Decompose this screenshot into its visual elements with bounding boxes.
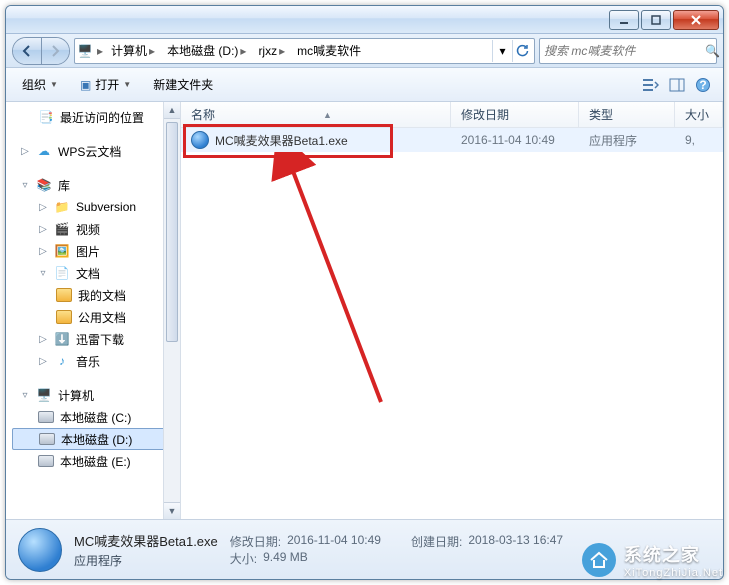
breadcrumb[interactable]: 本地磁盘 (D:)▸ xyxy=(163,40,250,62)
details-create-val: 2018-03-13 16:47 xyxy=(468,533,563,550)
search-input[interactable] xyxy=(544,44,701,58)
folder-icon xyxy=(56,288,72,302)
sidebar-item-disk-e[interactable]: 本地磁盘 (E:) xyxy=(12,450,180,472)
chevron-right-icon: ▸ xyxy=(97,44,103,58)
sidebar-item-pubdoc[interactable]: 公用文档 xyxy=(12,306,180,328)
view-options-button[interactable] xyxy=(639,73,663,97)
computer-icon: 🖥️ xyxy=(36,387,52,403)
sidebar-item-disk-c[interactable]: 本地磁盘 (C:) xyxy=(12,406,180,428)
sidebar-item-recent[interactable]: 📑最近访问的位置 xyxy=(12,106,180,128)
file-date: 2016-11-04 10:49 xyxy=(451,133,579,147)
sidebar-item-video[interactable]: ▷🎬视频 xyxy=(12,218,180,240)
body-area: 📑最近访问的位置 ▷☁WPS云文档 ▿📚库 ▷📁Subversion ▷🎬视频 … xyxy=(6,102,723,519)
maximize-button[interactable] xyxy=(641,10,671,30)
breadcrumb[interactable]: mc喊麦软件 xyxy=(293,40,365,62)
breadcrumb[interactable]: rjxz▸ xyxy=(254,40,289,62)
toolbar: 组织▼ ▣打开▼ 新建文件夹 ? xyxy=(6,68,723,102)
navigation-pane: 📑最近访问的位置 ▷☁WPS云文档 ▿📚库 ▷📁Subversion ▷🎬视频 … xyxy=(6,102,181,519)
back-button[interactable] xyxy=(13,38,41,64)
titlebar xyxy=(6,6,723,34)
minimize-button[interactable] xyxy=(609,10,639,30)
library-icon: 📚 xyxy=(36,177,52,193)
watermark-url: XiTongZhiJia.Net xyxy=(624,567,723,579)
search-box[interactable]: 🔍 xyxy=(539,38,717,64)
history-dropdown-button[interactable]: ▾ xyxy=(492,40,512,62)
details-mod-label: 修改日期: xyxy=(230,533,281,550)
column-headers: 名称▲ 修改日期 类型 大小 xyxy=(181,102,723,128)
file-type-icon xyxy=(18,528,62,572)
column-date[interactable]: 修改日期 xyxy=(451,102,579,127)
forward-button[interactable] xyxy=(41,38,70,64)
folder-icon xyxy=(56,310,72,324)
scroll-thumb[interactable] xyxy=(166,122,178,342)
watermark: 系统之家 XiTongZhiJia.Net xyxy=(582,541,723,579)
organize-button[interactable]: 组织▼ xyxy=(14,72,66,97)
address-row: 🖥️ ▸ 计算机▸ 本地磁盘 (D:)▸ rjxz▸ mc喊麦软件 ▾ 🔍 xyxy=(6,34,723,68)
sidebar-item-picture[interactable]: ▷🖼️图片 xyxy=(12,240,180,262)
watermark-text: 系统之家 xyxy=(624,545,700,565)
column-size[interactable]: 大小 xyxy=(675,102,723,127)
breadcrumb[interactable]: 计算机▸ xyxy=(107,40,159,62)
sidebar-item-subversion[interactable]: ▷📁Subversion xyxy=(12,196,180,218)
details-filetype: 应用程序 xyxy=(74,552,218,569)
search-icon: 🔍 xyxy=(705,44,720,58)
sidebar-item-mydoc[interactable]: 我的文档 xyxy=(12,284,180,306)
exe-icon xyxy=(191,131,209,149)
video-icon: 🎬 xyxy=(54,221,70,237)
file-name: MC喊麦效果器Beta1.exe xyxy=(215,132,348,149)
address-bar[interactable]: 🖥️ ▸ 计算机▸ 本地磁盘 (D:)▸ rjxz▸ mc喊麦软件 ▾ xyxy=(74,38,535,64)
download-icon: ⬇️ xyxy=(54,331,70,347)
computer-icon: 🖥️ xyxy=(77,43,93,59)
sidebar-item-computer[interactable]: ▿🖥️计算机 xyxy=(12,384,180,406)
sidebar-item-disk-d[interactable]: 本地磁盘 (D:) xyxy=(12,428,180,450)
file-list-pane: 名称▲ 修改日期 类型 大小 MC喊麦效果器Beta1.exe 2016-11-… xyxy=(181,102,723,519)
picture-icon: 🖼️ xyxy=(54,243,70,259)
sidebar-item-music[interactable]: ▷♪音乐 xyxy=(12,350,180,372)
details-create-label: 创建日期: xyxy=(411,533,462,550)
sidebar-scrollbar[interactable]: ▲ ▼ xyxy=(163,102,180,519)
file-row[interactable]: MC喊麦效果器Beta1.exe 2016-11-04 10:49 应用程序 9… xyxy=(181,128,723,152)
refresh-button[interactable] xyxy=(512,40,532,62)
collapse-icon[interactable]: ▿ xyxy=(20,180,30,191)
details-size-val: 9.49 MB xyxy=(263,550,308,567)
annotation-arrow xyxy=(271,152,401,412)
cloud-icon: ☁ xyxy=(36,143,52,159)
open-button[interactable]: ▣打开▼ xyxy=(72,72,139,97)
disk-icon xyxy=(38,455,54,467)
disk-icon xyxy=(38,411,54,423)
close-button[interactable] xyxy=(673,10,719,30)
column-name[interactable]: 名称▲ xyxy=(181,102,451,127)
sidebar-item-wps[interactable]: ▷☁WPS云文档 xyxy=(12,140,180,162)
scroll-down-button[interactable]: ▼ xyxy=(164,502,180,519)
details-size-label: 大小: xyxy=(230,550,257,567)
sidebar-item-library[interactable]: ▿📚库 xyxy=(12,174,180,196)
preview-pane-button[interactable] xyxy=(665,73,689,97)
nav-buttons xyxy=(12,37,70,65)
folder-icon: 📁 xyxy=(54,199,70,215)
details-filename: MC喊麦效果器Beta1.exe xyxy=(74,531,218,550)
new-folder-button[interactable]: 新建文件夹 xyxy=(145,72,221,97)
file-size: 9, xyxy=(675,133,723,147)
music-icon: ♪ xyxy=(54,353,70,369)
svg-text:?: ? xyxy=(699,78,706,92)
recent-icon: 📑 xyxy=(38,109,54,125)
disk-icon xyxy=(39,433,55,445)
explorer-window: 🖥️ ▸ 计算机▸ 本地磁盘 (D:)▸ rjxz▸ mc喊麦软件 ▾ 🔍 组织… xyxy=(5,5,724,580)
scroll-up-button[interactable]: ▲ xyxy=(164,102,180,119)
sidebar-item-xunlei[interactable]: ▷⬇️迅雷下载 xyxy=(12,328,180,350)
watermark-logo-icon xyxy=(582,543,616,577)
expand-icon[interactable]: ▷ xyxy=(20,146,30,157)
sidebar-item-doc[interactable]: ▿📄文档 xyxy=(12,262,180,284)
details-mod-val: 2016-11-04 10:49 xyxy=(287,533,381,550)
column-type[interactable]: 类型 xyxy=(579,102,675,127)
file-type: 应用程序 xyxy=(579,132,675,149)
window-buttons xyxy=(609,10,719,30)
help-button[interactable]: ? xyxy=(691,73,715,97)
document-icon: 📄 xyxy=(54,265,70,281)
